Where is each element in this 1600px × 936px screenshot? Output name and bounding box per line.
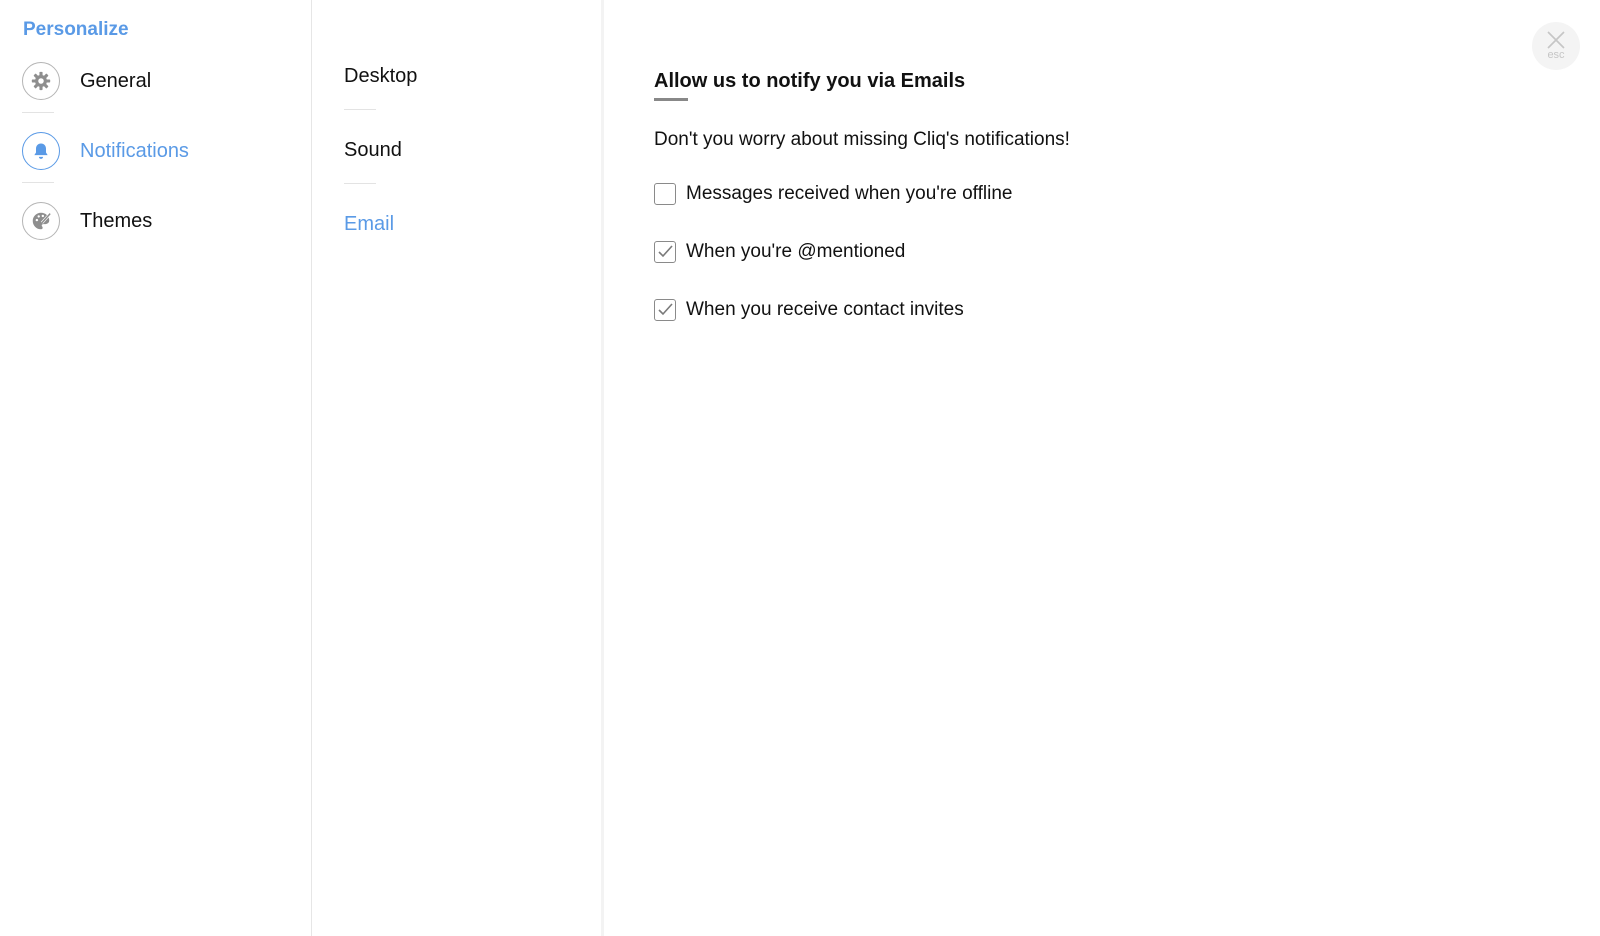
checkmark-icon <box>658 245 673 258</box>
option-label: When you receive contact invites <box>686 299 964 320</box>
page-description: Don't you worry about missing Cliq's not… <box>654 129 1070 150</box>
option-label: Messages received when you're offline <box>686 183 1013 204</box>
divider <box>22 112 54 113</box>
sidebar-item-themes[interactable]: Themes <box>22 199 282 243</box>
sidebar-item-label: Themes <box>80 209 153 232</box>
checkbox-checked[interactable] <box>654 241 676 263</box>
divider <box>344 109 376 110</box>
close-icon <box>1547 31 1565 49</box>
gear-icon <box>22 62 60 100</box>
checkmark-icon <box>658 303 673 316</box>
option-mentioned[interactable]: When you're @mentioned <box>654 241 905 263</box>
settings-sidebar: Personalize General Notifications Themes <box>0 0 312 936</box>
close-button[interactable]: esc <box>1532 22 1580 70</box>
esc-label: esc <box>1547 49 1565 61</box>
sidebar-item-label: Notifications <box>80 139 189 162</box>
option-label: When you're @mentioned <box>686 241 906 262</box>
bell-icon <box>22 132 60 170</box>
email-settings-panel: Allow us to notify you via Emails Don't … <box>604 0 1600 936</box>
settings-window: Personalize General Notifications Themes… <box>0 0 1600 936</box>
title-underline <box>654 98 688 101</box>
subnav-item-desktop[interactable]: Desktop <box>344 65 417 88</box>
sidebar-item-label: General <box>80 69 152 92</box>
option-contact-invites[interactable]: When you receive contact invites <box>654 299 964 321</box>
palette-icon <box>22 202 60 240</box>
sidebar-item-notifications[interactable]: Notifications <box>22 129 282 173</box>
subnav-item-email[interactable]: Email <box>344 213 394 236</box>
divider <box>344 183 376 184</box>
option-offline-messages[interactable]: Messages received when you're offline <box>654 183 1012 205</box>
notifications-subnav: Desktop Sound Email <box>312 0 604 936</box>
checkbox-checked[interactable] <box>654 299 676 321</box>
divider <box>22 182 54 183</box>
sidebar-title: Personalize <box>23 19 129 40</box>
page-title: Allow us to notify you via Emails <box>654 70 966 92</box>
subnav-item-sound[interactable]: Sound <box>344 139 402 162</box>
sidebar-item-general[interactable]: General <box>22 59 282 103</box>
checkbox-unchecked[interactable] <box>654 183 676 205</box>
